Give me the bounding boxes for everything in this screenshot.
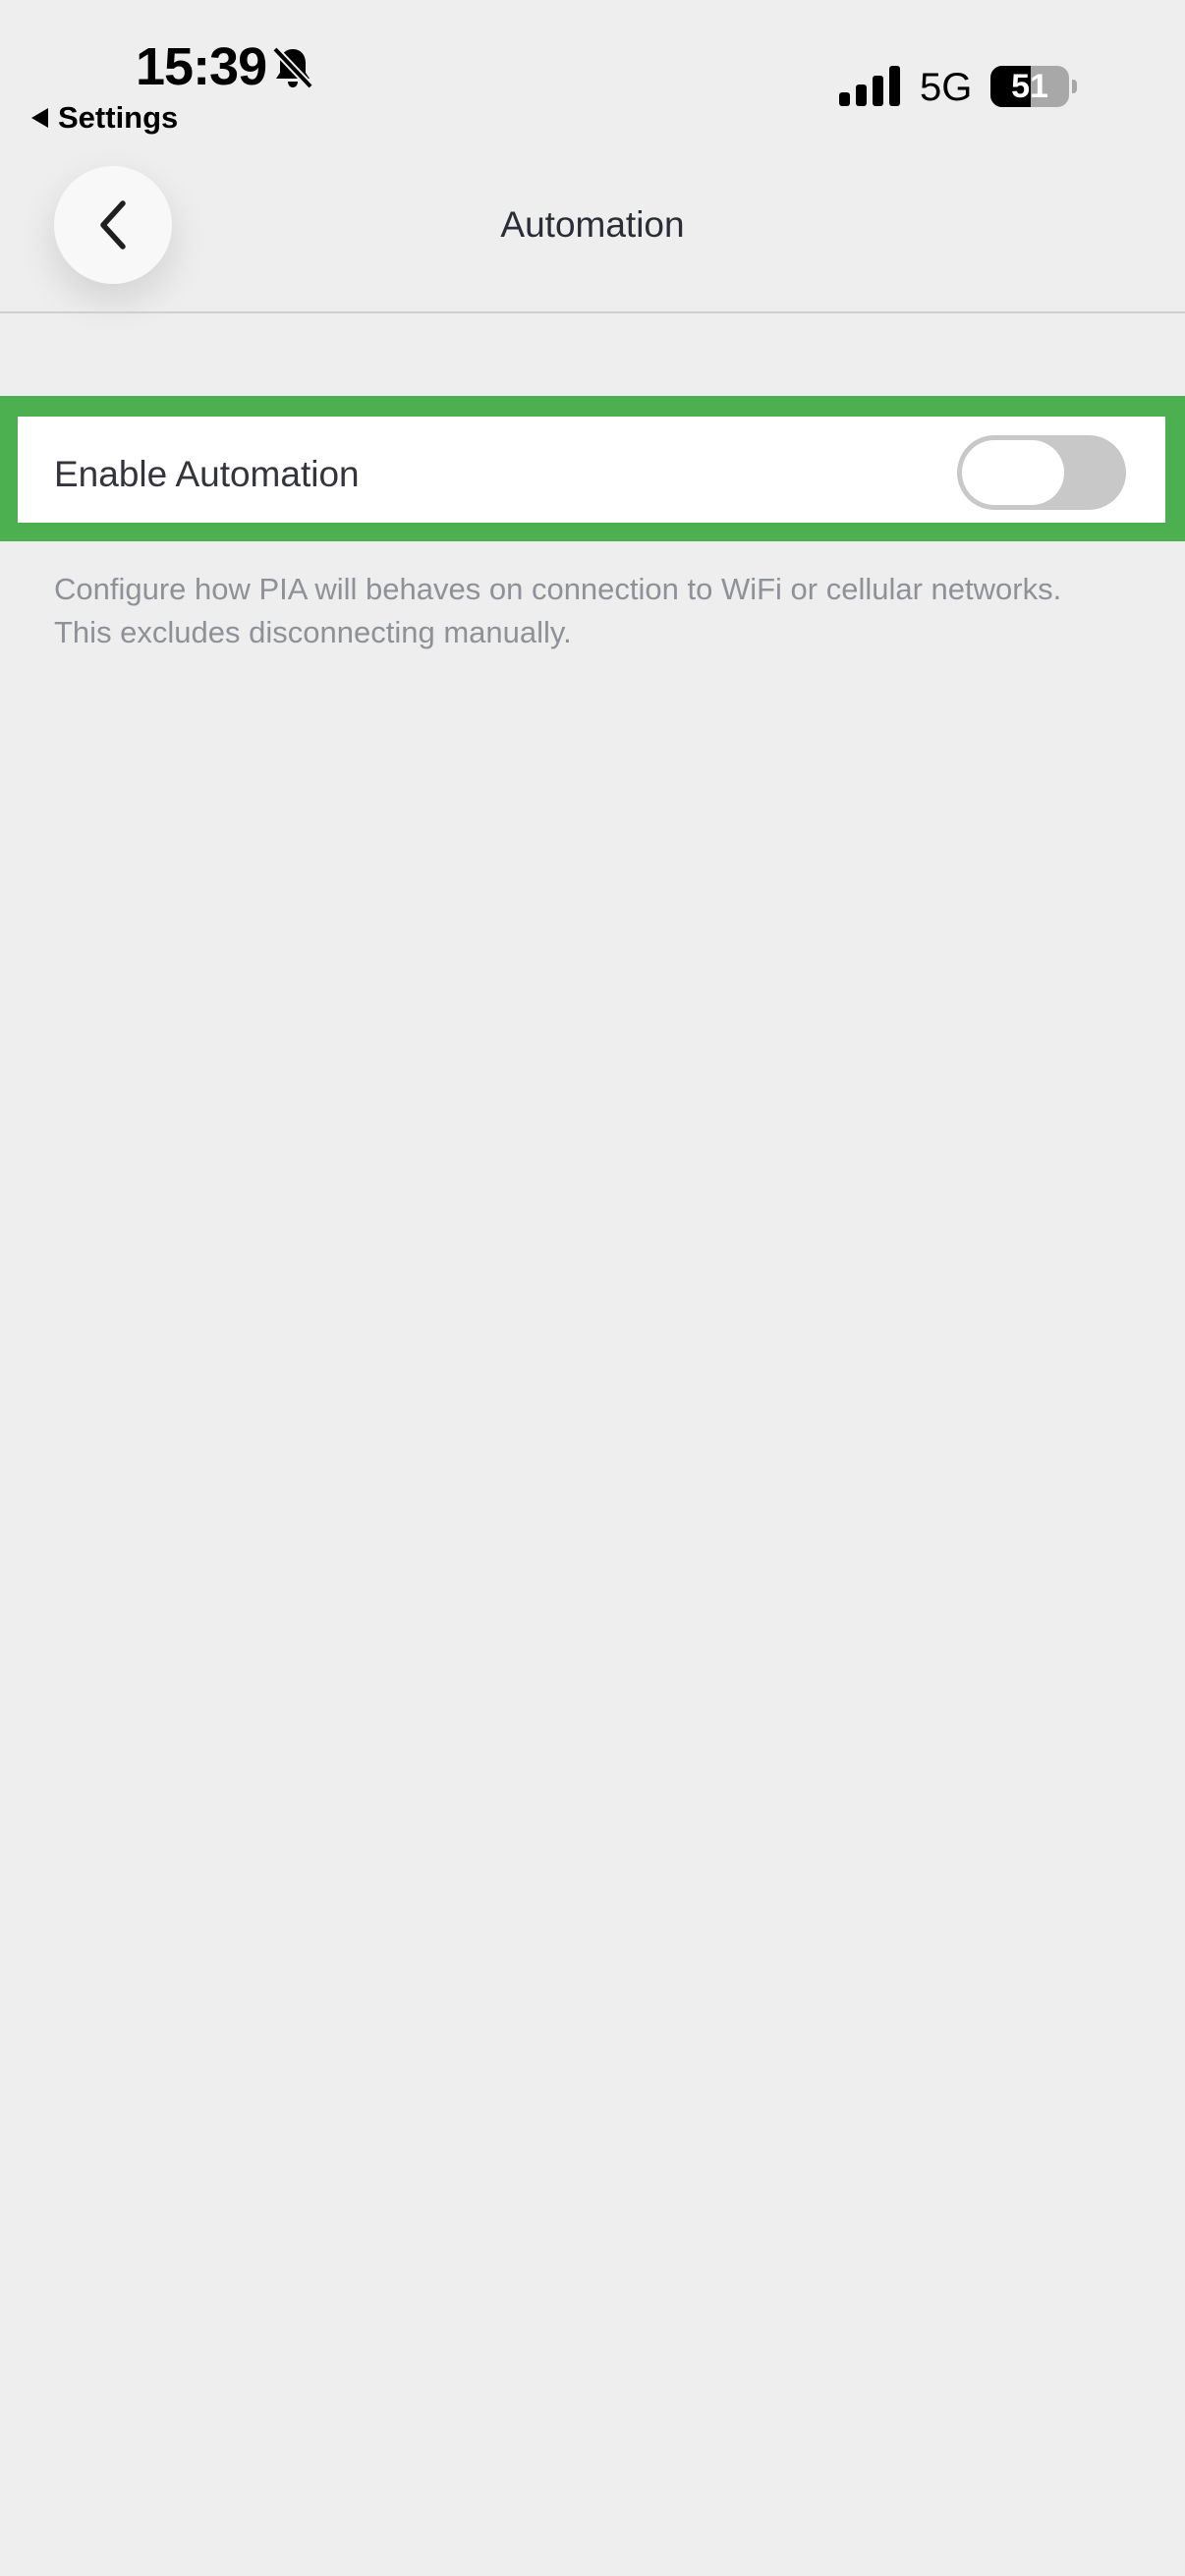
- enable-automation-label: Enable Automation: [54, 454, 360, 494]
- bell-slash-icon: [272, 46, 313, 89]
- back-to-settings-link[interactable]: Settings: [31, 99, 178, 137]
- enable-automation-toggle[interactable]: [957, 435, 1126, 510]
- battery-icon: 51: [990, 66, 1077, 107]
- back-triangle-icon: [31, 108, 48, 128]
- status-time: 15:39: [136, 37, 267, 96]
- automation-description: Configure how PIA will behaves on connec…: [54, 568, 1155, 654]
- header-divider: [0, 311, 1185, 313]
- description-line-1: Configure how PIA will behaves on connec…: [54, 572, 1062, 606]
- description-line-2: This excludes disconnecting manually.: [54, 615, 572, 649]
- toggle-knob: [962, 440, 1064, 505]
- page-title: Automation: [500, 204, 685, 245]
- enable-automation-row[interactable]: Enable Automation: [18, 417, 1165, 523]
- back-to-settings-label: Settings: [58, 100, 179, 135]
- battery-level: 51: [1011, 68, 1048, 105]
- network-type: 5G: [920, 66, 973, 109]
- cellular-signal-icon: [839, 66, 900, 106]
